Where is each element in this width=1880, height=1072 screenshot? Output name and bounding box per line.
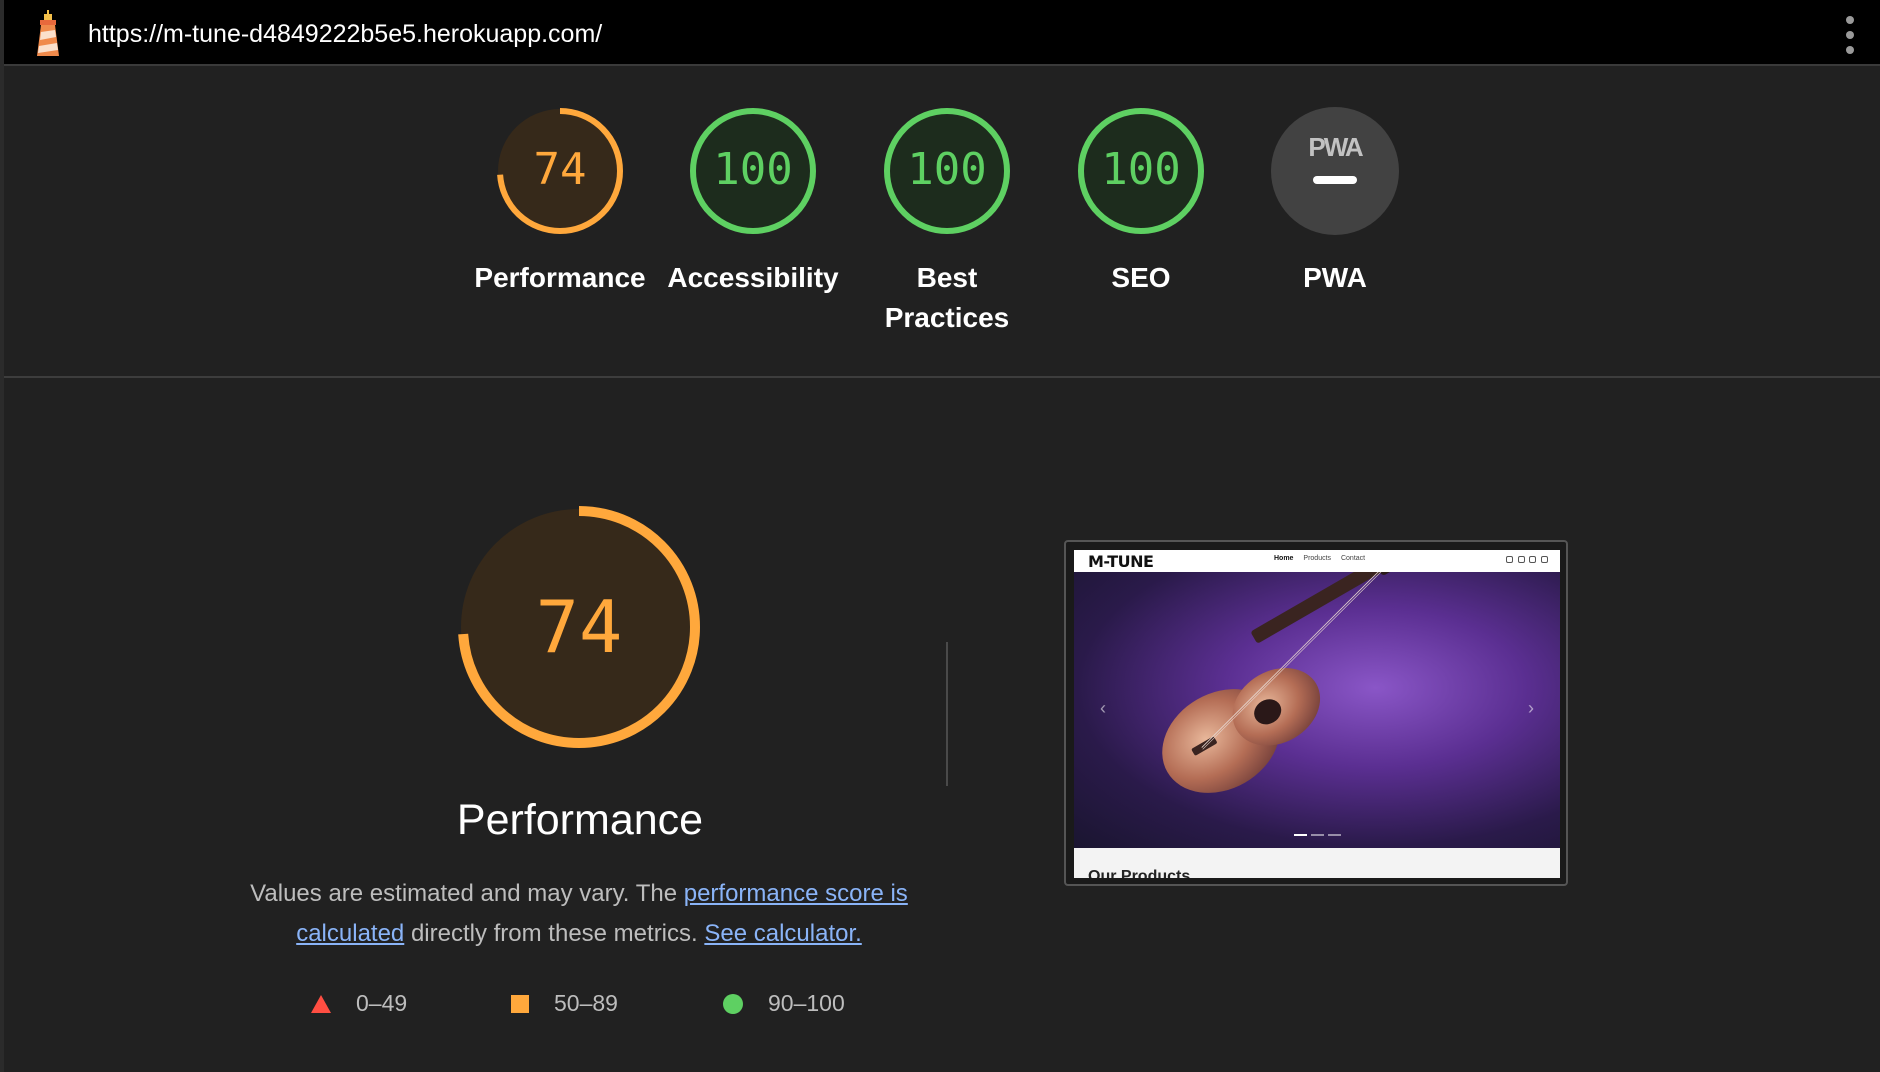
pwa-badge-text: PWA	[1308, 132, 1363, 162]
report-frame: https://m-tune-d4849222b5e5.herokuapp.co…	[0, 0, 1880, 1072]
gauge-accessibility[interactable]: 100 Accessibility	[663, 104, 843, 298]
screenshot-nav-icons	[1506, 556, 1548, 565]
accessibility-gauge-icon: 100	[690, 108, 816, 234]
desc-middle: directly from these metrics.	[404, 920, 705, 947]
legend-range: 0–49	[356, 990, 408, 1016]
gauge-score: 100	[1101, 144, 1180, 195]
screenshot-nav-contact: Contact	[1340, 555, 1366, 562]
gauge-best-practices[interactable]: 100 Best Practices	[857, 104, 1037, 338]
screenshot-hero: ‹ ›	[1074, 550, 1560, 848]
gauge-score: 100	[713, 144, 792, 195]
score-legend: 0–49 50–89 90–100	[304, 990, 904, 1020]
performance-title: Performance	[456, 796, 704, 844]
screenshot-products-heading: Our Products	[1088, 868, 1191, 878]
guitar-image	[1162, 550, 1407, 793]
page-screenshot[interactable]: M-TUNE Home Products Contact ‹ › Our Pro…	[1064, 540, 1568, 886]
circle-icon	[723, 993, 743, 1014]
lighthouse-icon	[37, 10, 59, 56]
screenshot-content: M-TUNE Home Products Contact ‹ › Our Pro…	[1074, 550, 1560, 878]
search-icon	[1506, 556, 1513, 563]
gauge-label: Best Practices	[884, 262, 1010, 333]
heart-icon	[1517, 556, 1525, 563]
gauge-performance[interactable]: 74 Performance	[470, 104, 650, 298]
screenshot-nav-links: Home Products Contact	[1274, 555, 1373, 562]
screenshot-products-section: Our Products	[1074, 848, 1560, 878]
carousel-next-icon[interactable]: ›	[1528, 698, 1534, 719]
user-icon	[1540, 556, 1548, 563]
legend-fail: 0–49	[310, 990, 407, 1017]
vertical-divider	[946, 642, 948, 786]
screenshot-nav-home: Home	[1274, 555, 1294, 562]
screenshot-brand: M-TUNE	[1088, 552, 1154, 571]
legend-range: 50–89	[554, 990, 618, 1016]
legend-range: 90–100	[768, 990, 845, 1016]
triangle-icon	[311, 994, 331, 1013]
gauge-label: PWA	[1303, 262, 1367, 293]
gauge-score: 74	[534, 144, 587, 195]
gauge-score: 100	[907, 144, 986, 195]
see-calculator-link[interactable]: See calculator.	[704, 920, 861, 947]
cart-icon	[1529, 556, 1537, 563]
best-practices-gauge-icon: 100	[884, 108, 1010, 234]
square-icon	[511, 994, 529, 1013]
carousel-prev-icon[interactable]: ‹	[1100, 698, 1106, 719]
top-bar: https://m-tune-d4849222b5e5.herokuapp.co…	[4, 0, 1880, 66]
performance-main-gauge: 74	[458, 506, 700, 748]
performance-description: Values are estimated and may vary. The p…	[244, 874, 914, 954]
legend-average: 50–89	[510, 990, 618, 1017]
gauge-label: Performance	[474, 262, 646, 293]
category-gauges: 74 Performance 100 Accessibility 100 Bes…	[4, 104, 1880, 374]
screenshot-nav-products: Products	[1303, 555, 1332, 562]
desc-prefix: Values are estimated and may vary. The	[250, 880, 684, 907]
performance-gauge-icon: 74	[497, 108, 623, 234]
carousel-dots	[1294, 834, 1345, 836]
screenshot-navbar: M-TUNE Home Products Contact	[1074, 550, 1560, 572]
gauge-pwa[interactable]: PWA PWA	[1245, 104, 1425, 298]
gauge-label: SEO	[1111, 262, 1171, 293]
url-text: https://m-tune-d4849222b5e5.herokuapp.co…	[88, 20, 603, 48]
section-divider	[4, 376, 1880, 378]
more-menu-icon[interactable]	[1840, 16, 1860, 54]
performance-score: 74	[536, 585, 623, 669]
legend-pass: 90–100	[722, 990, 845, 1017]
gauge-seo[interactable]: 100 SEO	[1051, 104, 1231, 298]
gauge-label: Accessibility	[667, 262, 839, 293]
seo-gauge-icon: 100	[1078, 108, 1204, 234]
pwa-badge-icon: PWA	[1271, 107, 1399, 235]
